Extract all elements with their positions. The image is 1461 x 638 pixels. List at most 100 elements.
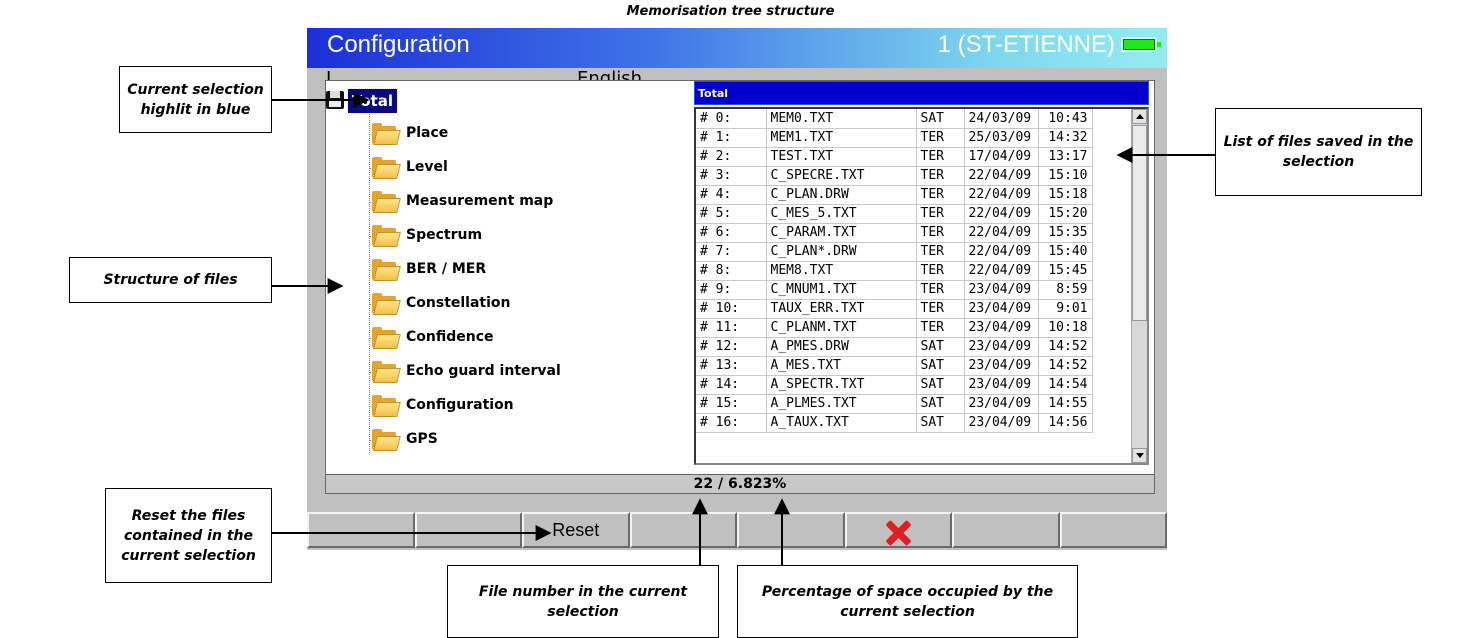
file-num-cell: # 7: bbox=[696, 242, 767, 262]
table-row[interactable]: # 6: C_PARAM.TXT TER 22/04/09 15:35 bbox=[696, 223, 1093, 243]
file-name-cell: MEM0.TXT bbox=[766, 109, 917, 129]
fkey-8[interactable] bbox=[1059, 512, 1167, 548]
tree-item-spectrum[interactable]: Spectrum bbox=[326, 219, 686, 253]
file-time-cell: 14:55 bbox=[1038, 394, 1093, 414]
file-name-cell: TAUX_ERR.TXT bbox=[766, 299, 917, 319]
table-row[interactable]: # 16: A_TAUX.TXT SAT 23/04/09 14:56 bbox=[696, 413, 1093, 433]
file-name-cell: C_PLAN*.DRW bbox=[766, 242, 917, 262]
folder-icon bbox=[370, 292, 401, 316]
table-row[interactable]: # 0: MEM0.TXT SAT 24/03/09 10:43 bbox=[696, 109, 1093, 129]
file-time-cell: 15:35 bbox=[1038, 223, 1093, 243]
tree-item-constellation[interactable]: Constellation bbox=[326, 287, 686, 321]
tree-root-label: Total bbox=[347, 88, 398, 114]
table-row[interactable]: # 9: C_MNUM1.TXT TER 23/04/09 8:59 bbox=[696, 280, 1093, 300]
tree-item-measurement-map[interactable]: Measurement map bbox=[326, 185, 686, 219]
function-key-bar: Reset bbox=[307, 512, 1167, 550]
tree-item-label: Confidence bbox=[406, 329, 494, 345]
table-row[interactable]: # 12: A_PMES.DRW SAT 23/04/09 14:52 bbox=[696, 337, 1093, 357]
file-time-cell: 15:20 bbox=[1038, 204, 1093, 224]
table-row[interactable]: # 8: MEM8.TXT TER 22/04/09 15:45 bbox=[696, 261, 1093, 281]
file-name-cell: C_PARAM.TXT bbox=[766, 223, 917, 243]
table-row[interactable]: # 1: MEM1.TXT TER 25/03/09 14:32 bbox=[696, 128, 1093, 148]
file-time-cell: 15:18 bbox=[1038, 185, 1093, 205]
tree-item-echo-guard-interval[interactable]: Echo guard interval bbox=[326, 355, 686, 389]
tree-item-confidence[interactable]: Confidence bbox=[326, 321, 686, 355]
file-num-cell: # 8: bbox=[696, 261, 767, 281]
scroll-up-icon[interactable] bbox=[1132, 109, 1147, 124]
cancel-button[interactable] bbox=[844, 512, 952, 548]
file-date-cell: 22/04/09 bbox=[964, 204, 1039, 224]
file-date-cell: 25/03/09 bbox=[964, 128, 1039, 148]
table-row[interactable]: # 14: A_SPECTR.TXT SAT 23/04/09 14:54 bbox=[696, 375, 1093, 395]
file-date-cell: 23/04/09 bbox=[964, 299, 1039, 319]
callout-structure: Structure of files bbox=[69, 257, 272, 303]
file-list-header: Total bbox=[694, 81, 1149, 105]
device-screen: Configuration 1 (ST-ETIENNE) L English T… bbox=[307, 28, 1167, 550]
callout-current-selection: Current selection highlit in blue bbox=[119, 66, 272, 133]
file-list-scrollbar[interactable] bbox=[1131, 109, 1147, 463]
fkey-4[interactable] bbox=[629, 512, 737, 548]
table-row[interactable]: # 5: C_MES_5.TXT TER 22/04/09 15:20 bbox=[696, 204, 1093, 224]
tree-item-place[interactable]: Place bbox=[326, 117, 686, 151]
file-name-cell: A_PLMES.TXT bbox=[766, 394, 917, 414]
file-time-cell: 15:10 bbox=[1038, 166, 1093, 186]
fkey-1[interactable] bbox=[307, 512, 415, 548]
file-num-cell: # 13: bbox=[696, 356, 767, 376]
scroll-thumb[interactable] bbox=[1132, 125, 1147, 321]
file-date-cell: 24/03/09 bbox=[964, 109, 1039, 129]
file-num-cell: # 16: bbox=[696, 413, 767, 433]
reset-button[interactable]: Reset bbox=[522, 512, 630, 548]
file-time-cell: 10:43 bbox=[1038, 109, 1093, 129]
table-row[interactable]: # 2: TEST.TXT TER 17/04/09 13:17 bbox=[696, 147, 1093, 167]
file-date-cell: 22/04/09 bbox=[964, 166, 1039, 186]
table-row[interactable]: # 15: A_PLMES.TXT SAT 23/04/09 14:55 bbox=[696, 394, 1093, 414]
reset-button-label: Reset bbox=[552, 520, 600, 540]
tree-item-configuration[interactable]: Configuration bbox=[326, 389, 686, 423]
file-type-cell: TER bbox=[916, 223, 965, 243]
file-date-cell: 23/04/09 bbox=[964, 337, 1039, 357]
file-time-cell: 14:56 bbox=[1038, 413, 1093, 433]
file-type-cell: TER bbox=[916, 242, 965, 262]
file-date-cell: 23/04/09 bbox=[964, 375, 1039, 395]
file-num-cell: # 0: bbox=[696, 109, 767, 129]
battery-icon bbox=[1121, 37, 1161, 52]
file-table: # 0: MEM0.TXT SAT 24/03/09 10:43 # 1: MEM1.TXT… bbox=[696, 109, 1093, 433]
fkey-7[interactable] bbox=[952, 512, 1060, 548]
scroll-down-icon[interactable] bbox=[1132, 448, 1147, 463]
tree-item-ber-mer[interactable]: BER / MER bbox=[326, 253, 686, 287]
close-icon bbox=[885, 520, 911, 546]
file-time-cell: 14:52 bbox=[1038, 356, 1093, 376]
file-name-cell: C_MNUM1.TXT bbox=[766, 280, 917, 300]
file-num-cell: # 12: bbox=[696, 337, 767, 357]
file-num-cell: # 5: bbox=[696, 204, 767, 224]
table-row[interactable]: # 4: C_PLAN.DRW TER 22/04/09 15:18 bbox=[696, 185, 1093, 205]
table-row[interactable]: # 10: TAUX_ERR.TXT TER 23/04/09 9:01 bbox=[696, 299, 1093, 319]
tree-item-label: BER / MER bbox=[406, 261, 487, 277]
table-row[interactable]: # 13: A_MES.TXT SAT 23/04/09 14:52 bbox=[696, 356, 1093, 376]
file-num-cell: # 3: bbox=[696, 166, 767, 186]
file-time-cell: 13:17 bbox=[1038, 147, 1093, 167]
folder-icon bbox=[370, 224, 401, 248]
file-name-cell: A_PMES.DRW bbox=[766, 337, 917, 357]
status-bar: 22 / 6.823% bbox=[325, 474, 1155, 494]
file-type-cell: TER bbox=[916, 204, 965, 224]
fkey-5[interactable] bbox=[737, 512, 845, 548]
tree-item-level[interactable]: Level bbox=[326, 151, 686, 185]
file-date-cell: 22/04/09 bbox=[964, 261, 1039, 281]
folder-icon bbox=[370, 190, 401, 214]
folder-icon bbox=[370, 258, 401, 282]
file-type-cell: TER bbox=[916, 299, 965, 319]
file-time-cell: 15:45 bbox=[1038, 261, 1093, 281]
fkey-2[interactable] bbox=[414, 512, 522, 548]
file-num-cell: # 9: bbox=[696, 280, 767, 300]
table-row[interactable]: # 7: C_PLAN*.DRW TER 22/04/09 15:40 bbox=[696, 242, 1093, 262]
file-list-panel: Total # 0: MEM0.TXT SAT 24/03/09 10:43 # 1: ME… bbox=[692, 81, 1154, 471]
file-num-cell: # 10: bbox=[696, 299, 767, 319]
table-row[interactable]: # 11: C_PLANM.TXT TER 23/04/09 10:18 bbox=[696, 318, 1093, 338]
file-list[interactable]: # 0: MEM0.TXT SAT 24/03/09 10:43 # 1: MEM1.TXT… bbox=[694, 107, 1149, 465]
file-type-cell: TER bbox=[916, 128, 965, 148]
table-row[interactable]: # 3: C_SPECRE.TXT TER 22/04/09 15:10 bbox=[696, 166, 1093, 186]
file-num-cell: # 6: bbox=[696, 223, 767, 243]
file-name-cell: C_PLANM.TXT bbox=[766, 318, 917, 338]
tree-item-gps[interactable]: GPS bbox=[326, 423, 686, 457]
